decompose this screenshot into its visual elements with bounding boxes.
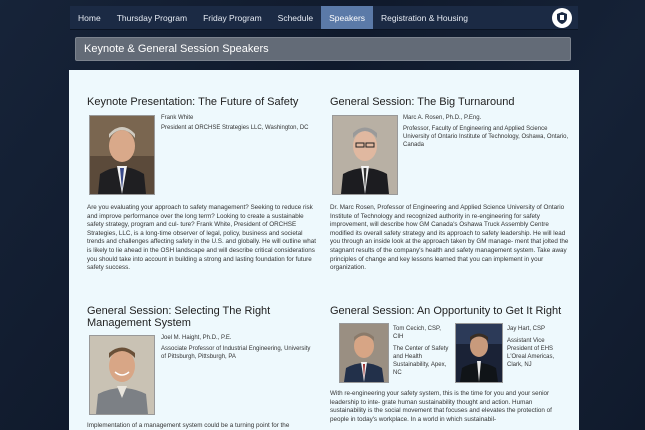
main-nav: Home Thursday Program Friday Program Sch… <box>70 6 578 30</box>
page-title: Keynote & General Session Speakers <box>75 37 571 61</box>
speaker-affiliation: Assistant Vice President of EHS L'Oreal … <box>507 338 555 368</box>
nav-friday-program[interactable]: Friday Program <box>195 6 270 29</box>
turnaround-heading: General Session: The Big Turnaround <box>330 96 515 108</box>
marc-rosen-info: Marc A. Rosen, Ph.D., P.Eng. Professor, … <box>403 114 573 149</box>
nav-speakers[interactable]: Speakers <box>321 6 374 29</box>
speaker-name: Tom Cecich, CSP, CIH <box>393 326 441 340</box>
opportunity-section: General Session: An Opportunity to Get I… <box>330 305 570 317</box>
selecting-section: General Session: Selecting The Right Man… <box>87 305 307 329</box>
keynote-section: Keynote Presentation: The Future of Safe… <box>87 96 317 108</box>
tom-cecich-photo <box>339 323 389 383</box>
keynote-heading: Keynote Presentation: The Future of Safe… <box>87 96 299 108</box>
selecting-description: Implementation of a management system co… <box>87 422 290 429</box>
jay-hart-photo <box>455 323 503 383</box>
speaker-affiliation: Professor, Faculty of Engineering and Ap… <box>403 126 569 148</box>
speaker-name: Jay Hart, CSP <box>507 326 546 332</box>
speaker-name: Joel M. Haight, Ph.D., P.E. <box>161 335 232 341</box>
selecting-heading: General Session: Selecting The Right Man… <box>87 305 271 329</box>
turnaround-section: General Session: The Big Turnaround <box>330 96 570 108</box>
marc-rosen-photo <box>332 115 398 195</box>
speaker-affiliation: President at ORCHSE Strategies LLC, Wash… <box>161 125 309 131</box>
speakers-content: Keynote Presentation: The Future of Safe… <box>69 70 579 430</box>
speaker-name: Marc A. Rosen, Ph.D., P.Eng. <box>403 115 482 121</box>
turnaround-description: Dr. Marc Rosen, Professor of Engineering… <box>330 204 569 272</box>
speaker-name: Frank White <box>161 115 194 121</box>
nav-registration-housing[interactable]: Registration & Housing <box>373 6 476 29</box>
opportunity-description: With re-engineering your safety system, … <box>330 390 552 423</box>
shield-emblem-icon[interactable] <box>552 8 572 28</box>
speaker-affiliation: Associate Professor of Industrial Engine… <box>161 346 311 360</box>
joel-haight-info: Joel M. Haight, Ph.D., P.E. Associate Pr… <box>161 334 311 361</box>
opportunity-heading: General Session: An Opportunity to Get I… <box>330 305 562 317</box>
nav-home[interactable]: Home <box>70 6 109 29</box>
frank-white-info: Frank White President at ORCHSE Strategi… <box>161 114 311 132</box>
speaker-affiliation: The Center of Safety and Health Sustaina… <box>393 346 449 376</box>
jay-hart-info: Jay Hart, CSP Assistant Vice President o… <box>507 325 569 369</box>
joel-haight-photo <box>89 335 155 415</box>
tom-cecich-info: Tom Cecich, CSP, CIH The Center of Safet… <box>393 325 451 377</box>
keynote-description: Are you evaluating your approach to safe… <box>87 204 317 272</box>
nav-thursday-program[interactable]: Thursday Program <box>109 6 195 29</box>
nav-schedule[interactable]: Schedule <box>270 6 321 29</box>
frank-white-photo <box>89 115 155 195</box>
